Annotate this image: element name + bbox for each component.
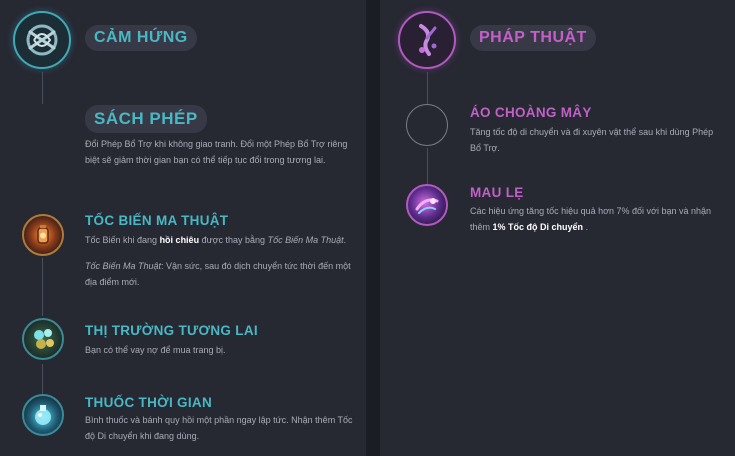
inspiration-tree-icon[interactable]: [13, 11, 71, 69]
inspiration-tree-title: CẢM HỨNG: [85, 25, 197, 51]
rune-description: Tốc Biến khi đang hồi chiêu được thay bằ…: [85, 235, 347, 245]
sorcery-tree-title: PHÁP THUẬT: [470, 25, 596, 51]
rune-description: Tốc Biến Ma Thuật: Vận sức, sau đó dịch …: [85, 261, 351, 287]
celerity-icon[interactable]: [406, 184, 448, 226]
rune-description: Các hiệu ứng tăng tốc hiệu quả hơn 7% đố…: [470, 206, 711, 232]
empty-slot-icon[interactable]: [406, 104, 448, 146]
rune-description: Bạn có thể vay nợ để mua trang bị.: [85, 345, 226, 355]
rune-description: Tăng tốc độ di chuyển và đi xuyên vật th…: [470, 127, 714, 153]
keystone-description: Đổi Phép Bổ Trợ khi không giao tranh. Đổ…: [85, 139, 348, 165]
tree-connector: [427, 148, 428, 184]
rune-description: Bình thuốc và bánh quy hồi một phần ngay…: [85, 415, 353, 441]
rune-title: THUỐC THỜI GIAN: [85, 395, 213, 410]
rune-title: MAU LẸ: [470, 185, 524, 200]
tree-connector: [42, 258, 43, 316]
keystone-title: SÁCH PHÉP: [85, 105, 207, 133]
tree-connector: [42, 72, 43, 104]
coins-icon[interactable]: [22, 318, 64, 360]
lantern-icon[interactable]: [22, 214, 64, 256]
potion-icon[interactable]: [22, 394, 64, 436]
rune-title: ÁO CHOÀNG MÂY: [470, 105, 592, 120]
rune-title: TỐC BIẾN MA THUẬT: [85, 213, 229, 228]
rune-title: THỊ TRƯỜNG TƯƠNG LAI: [85, 323, 258, 338]
sorcery-tree-icon[interactable]: [398, 11, 456, 69]
tree-connector: [427, 72, 428, 104]
tree-connector: [42, 364, 43, 394]
panel-divider: [366, 0, 380, 456]
